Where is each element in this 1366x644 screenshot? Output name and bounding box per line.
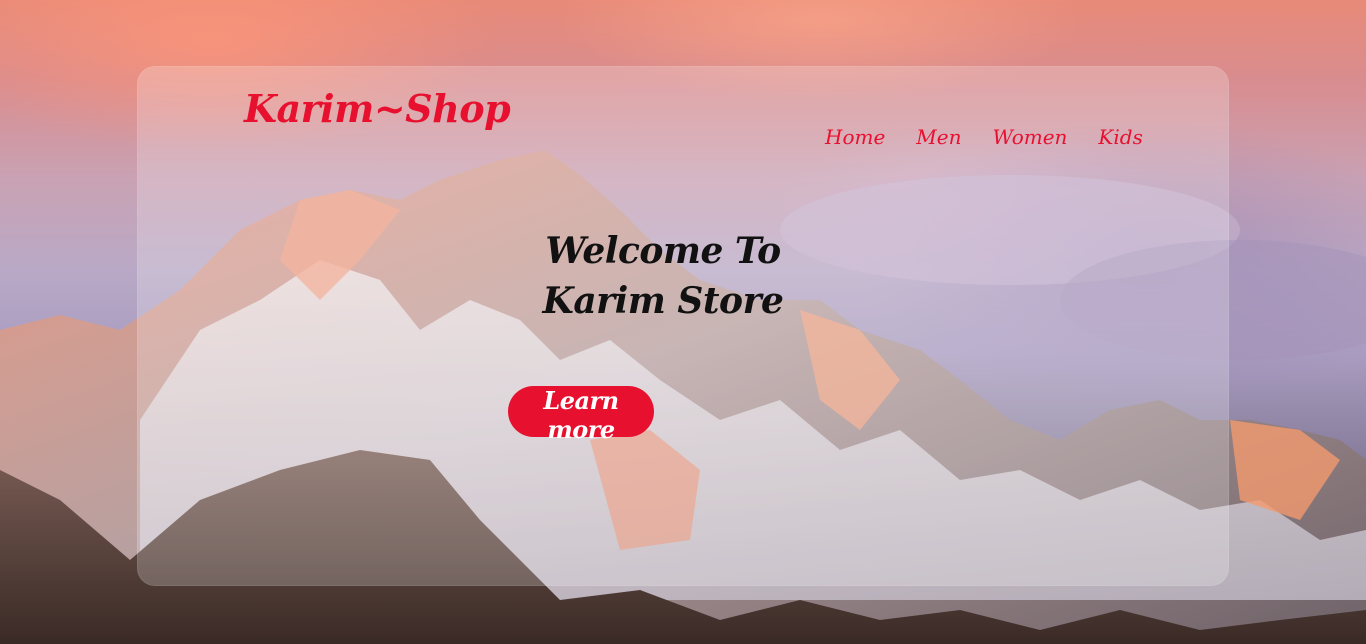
main-nav: Home Men Women Kids	[825, 125, 1143, 149]
learn-more-button[interactable]: Learn more	[508, 386, 654, 444]
nav-link-men[interactable]: Men	[916, 125, 961, 149]
nav-item-home: Home	[825, 125, 885, 149]
hero-title-line-2: Karim Store	[542, 280, 784, 322]
site-logo[interactable]: Karim~Shop	[244, 86, 511, 131]
nav-item-kids: Kids	[1098, 125, 1142, 149]
nav-link-kids[interactable]: Kids	[1098, 125, 1142, 149]
nav-link-women[interactable]: Women	[993, 125, 1068, 149]
nav-item-men: Men	[916, 125, 961, 149]
hero-title: Welcome To Karim Store	[533, 226, 793, 326]
nav-link-home[interactable]: Home	[825, 125, 885, 149]
nav-item-women: Women	[993, 125, 1068, 149]
hero-title-line-1: Welcome To	[545, 230, 781, 272]
